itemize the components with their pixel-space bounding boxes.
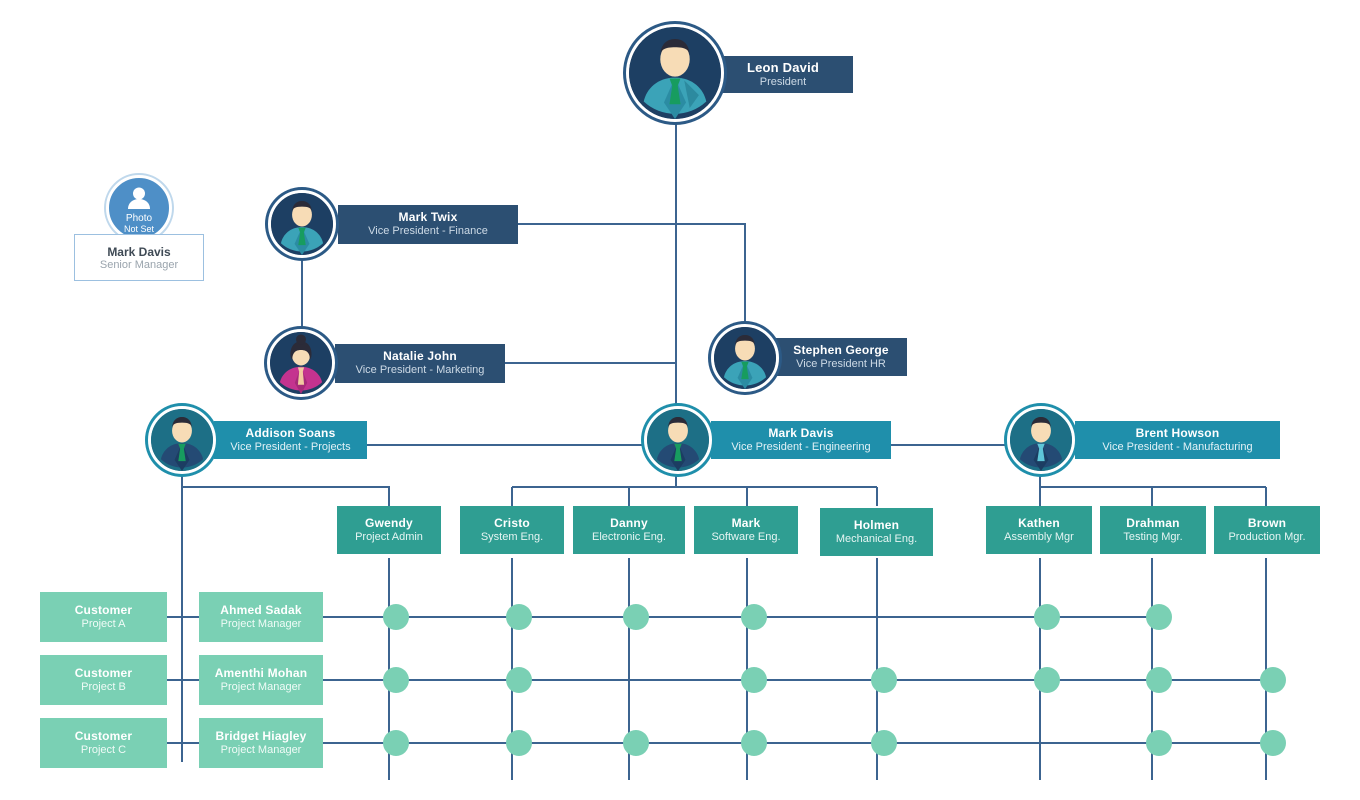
node-title: Mechanical Eng. [835,532,918,545]
node-stephen-george[interactable]: Stephen George Vice President HR [775,338,907,376]
photo-not-set-badge: Photo Not Set [106,175,172,241]
node-name: Addison Soans [245,425,336,440]
node-mark-twix[interactable]: Mark Twix Vice President - Finance [338,205,518,244]
node-name: Gwendy [365,515,413,530]
unassigned-person-title: Senior Manager [99,258,179,271]
node-name: Mark [731,515,761,530]
node-name: Mark Twix [398,210,458,225]
photo-not-set-line1: Photo [125,213,153,224]
node-name: Kathen [1018,515,1060,530]
node-name: Danny [610,515,648,530]
node-customer-project-a[interactable]: Customer Project A [40,592,167,642]
node-name: Brown [1247,515,1287,530]
matrix-dot-danny-row1[interactable] [623,604,649,630]
node-title: Project B [81,680,126,693]
matrix-dot-holmen-row2[interactable] [871,667,897,693]
node-title: Production Mgr. [1228,530,1306,543]
node-natalie-john[interactable]: Natalie John Vice President - Marketing [335,344,505,383]
node-title: Electronic Eng. [592,530,666,543]
node-title: Software Eng. [711,530,781,543]
avatar-brent-howson [1007,406,1075,474]
matrix-dot-holmen-row3[interactable] [871,730,897,756]
node-name: Customer [74,728,133,743]
matrix-dot-drahman-row1[interactable] [1146,604,1172,630]
matrix-dot-mark-row1[interactable] [741,604,767,630]
matrix-dot-drahman-row3[interactable] [1146,730,1172,756]
matrix-dot-brown-row2[interactable] [1260,667,1286,693]
node-name: Customer [74,665,133,680]
node-name: Customer [74,602,133,617]
matrix-dot-kathen-row2[interactable] [1034,667,1060,693]
matrix-dot-cristo-row1[interactable] [506,604,532,630]
node-title: System Eng. [480,530,544,543]
node-manager-brown[interactable]: Brown Production Mgr. [1214,506,1320,554]
node-customer-project-c[interactable]: Customer Project C [40,718,167,768]
node-title: Vice President HR [796,357,886,370]
node-pm-bridget-hiagley[interactable]: Bridget Hiagley Project Manager [199,718,323,768]
node-name: Amenthi Mohan [214,665,308,680]
matrix-dot-drahman-row2[interactable] [1146,667,1172,693]
matrix-dot-gwendy-row3[interactable] [383,730,409,756]
matrix-dot-cristo-row2[interactable] [506,667,532,693]
node-name: Mark Davis [768,425,834,440]
node-manager-gwendy[interactable]: Gwendy Project Admin [337,506,441,554]
node-name: Holmen [853,517,900,532]
avatar-stephen-george [711,324,779,392]
matrix-dot-cristo-row3[interactable] [506,730,532,756]
unassigned-person-name: Mark Davis [107,244,171,259]
avatar-addison-soans [148,406,216,474]
unassigned-person-card[interactable]: Mark Davis Senior Manager [74,234,204,281]
node-manager-holmen[interactable]: Holmen Mechanical Eng. [820,508,933,556]
node-name: Stephen George [793,342,889,357]
node-name: Ahmed Sadak [220,602,302,617]
node-name: Leon David [746,59,820,75]
node-manager-mark[interactable]: Mark Software Eng. [694,506,798,554]
node-title: Project Manager [220,680,302,693]
node-title: Assembly Mgr [1004,530,1074,543]
node-title: Project C [80,743,127,756]
node-manager-kathen[interactable]: Kathen Assembly Mgr [986,506,1092,554]
avatar-mark-twix [268,190,336,258]
org-chart-canvas: Photo Not Set Mark Davis Senior Manager … [0,0,1360,800]
node-title: Project Admin [355,530,423,543]
node-name: Drahman [1126,515,1180,530]
avatar-leon-david [626,24,724,122]
node-title: Vice President - Manufacturing [1102,440,1253,453]
person-silhouette-icon [126,187,152,214]
node-mark-davis-engineering[interactable]: Mark Davis Vice President - Engineering [711,421,891,459]
photo-not-set-line2: Not Set [123,224,154,234]
node-title: Vice President - Engineering [731,440,871,453]
node-title: Vice President - Projects [230,440,351,453]
node-manager-danny[interactable]: Danny Electronic Eng. [573,506,685,554]
matrix-dot-kathen-row1[interactable] [1034,604,1060,630]
matrix-dot-mark-row2[interactable] [741,667,767,693]
matrix-dot-gwendy-row2[interactable] [383,667,409,693]
matrix-dot-mark-row3[interactable] [741,730,767,756]
node-title: Vice President - Marketing [355,364,485,377]
avatar-mark-davis-engineering [644,406,712,474]
matrix-dot-gwendy-row1[interactable] [383,604,409,630]
node-pm-amenthi-mohan[interactable]: Amenthi Mohan Project Manager [199,655,323,705]
node-name: Bridget Hiagley [215,728,307,743]
node-manager-drahman[interactable]: Drahman Testing Mgr. [1100,506,1206,554]
node-title: Project A [81,617,126,630]
node-addison-soans[interactable]: Addison Soans Vice President - Projects [214,421,367,459]
node-title: Vice President - Finance [368,225,488,238]
node-name: Cristo [494,515,530,530]
node-pm-ahmed-sadak[interactable]: Ahmed Sadak Project Manager [199,592,323,642]
node-leon-david[interactable]: Leon David President [713,56,853,93]
matrix-dot-danny-row3[interactable] [623,730,649,756]
node-title: Project Manager [220,617,302,630]
node-title: President [759,75,807,88]
node-customer-project-b[interactable]: Customer Project B [40,655,167,705]
node-manager-cristo[interactable]: Cristo System Eng. [460,506,564,554]
node-title: Testing Mgr. [1123,530,1183,543]
node-name: Natalie John [383,349,457,364]
node-title: Project Manager [220,743,302,756]
node-name: Brent Howson [1135,425,1220,440]
node-brent-howson[interactable]: Brent Howson Vice President - Manufactur… [1075,421,1280,459]
matrix-dot-brown-row3[interactable] [1260,730,1286,756]
avatar-natalie-john [267,329,335,397]
